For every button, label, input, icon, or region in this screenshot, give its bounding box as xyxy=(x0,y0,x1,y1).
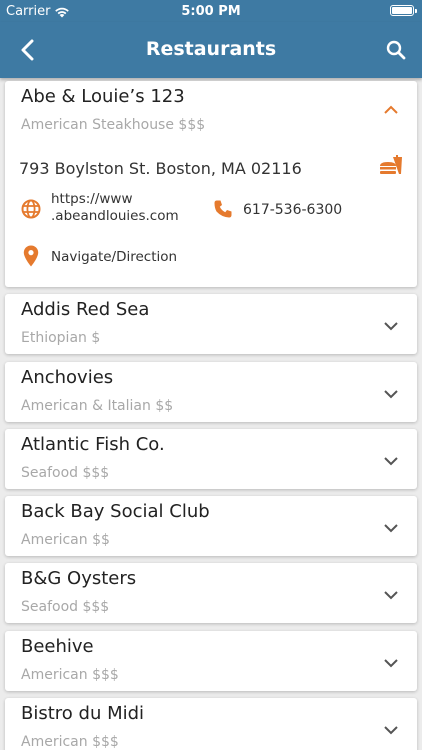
chevron-down-icon[interactable] xyxy=(383,655,399,671)
restaurant-address: 793 Boylston St. Boston, MA 02116 xyxy=(19,159,302,178)
restaurant-cuisine: American $$ xyxy=(21,532,110,548)
restaurant-name: Back Bay Social Club xyxy=(21,501,210,522)
restaurant-card-expanded[interactable]: Abe & Louie’s 123 American Steakhouse $$… xyxy=(5,81,417,287)
chevron-up-icon[interactable] xyxy=(383,102,399,118)
restaurant-card[interactable]: Beehive American $$$ xyxy=(5,631,417,691)
website-line-2: .abeandlouies.com xyxy=(51,208,179,224)
phone-number[interactable]: 617-536-6300 xyxy=(243,202,342,218)
restaurant-name: Atlantic Fish Co. xyxy=(21,434,165,455)
page-title: Restaurants xyxy=(145,38,277,60)
restaurant-cuisine: American Steakhouse $$$ xyxy=(21,117,206,133)
restaurant-cuisine: Seafood $$$ xyxy=(21,465,110,481)
website-link[interactable]: https://www .abeandlouies.com xyxy=(51,191,179,225)
website-line-1: https://www xyxy=(51,191,133,207)
restaurant-cuisine: Ethiopian $ xyxy=(21,330,101,346)
restaurant-cuisine: American $$$ xyxy=(21,734,119,750)
restaurant-card[interactable]: Back Bay Social Club American $$ xyxy=(5,496,417,556)
restaurant-card[interactable]: B&G Oysters Seafood $$$ xyxy=(5,563,417,623)
chevron-down-icon[interactable] xyxy=(383,453,399,469)
chevron-down-icon[interactable] xyxy=(383,587,399,603)
globe-icon[interactable] xyxy=(21,199,41,219)
chevron-down-icon[interactable] xyxy=(383,722,399,738)
chevron-down-icon[interactable] xyxy=(383,386,399,402)
restaurant-cuisine: Seafood $$$ xyxy=(21,599,110,615)
clock: 5:00 PM xyxy=(181,4,241,19)
restaurant-name: Addis Red Sea xyxy=(21,299,150,320)
search-icon xyxy=(386,40,406,60)
restaurant-name: Anchovies xyxy=(21,367,114,388)
phone-icon[interactable] xyxy=(213,199,233,219)
chevron-down-icon[interactable] xyxy=(383,318,399,334)
nav-bar: Restaurants xyxy=(0,22,422,78)
location-pin-icon[interactable] xyxy=(23,245,39,267)
restaurant-cuisine: American $$$ xyxy=(21,667,119,683)
status-bar: Carrier 5:00 PM xyxy=(0,0,422,22)
restaurant-cuisine: American & Italian $$ xyxy=(21,398,174,414)
restaurant-card[interactable]: Bistro du Midi American $$$ xyxy=(5,698,417,750)
navigate-link[interactable]: Navigate/Direction xyxy=(51,249,177,265)
fast-food-icon xyxy=(380,155,402,174)
restaurant-card[interactable]: Addis Red Sea Ethiopian $ xyxy=(5,294,417,354)
restaurant-card[interactable]: Atlantic Fish Co. Seafood $$$ xyxy=(5,429,417,489)
restaurant-name: Beehive xyxy=(21,636,94,657)
restaurant-card[interactable]: Anchovies American & Italian $$ xyxy=(5,362,417,422)
search-button[interactable] xyxy=(380,34,412,66)
chevron-down-icon[interactable] xyxy=(383,520,399,536)
restaurant-name: B&G Oysters xyxy=(21,568,137,589)
restaurant-name: Abe & Louie’s 123 xyxy=(21,86,185,107)
restaurant-name: Bistro du Midi xyxy=(21,703,145,724)
battery-icon xyxy=(390,5,417,16)
